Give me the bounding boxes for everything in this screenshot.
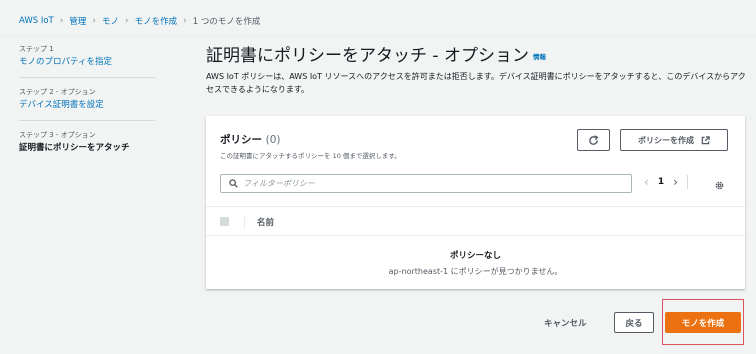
chevron-right-icon: › bbox=[92, 16, 96, 26]
search-icon bbox=[229, 179, 238, 188]
breadcrumb: AWS IoT › 管理 › モノ › モノを作成 › 1 つのモノを作成 bbox=[19, 15, 260, 27]
external-link-icon bbox=[701, 135, 710, 144]
breadcrumb-create-things[interactable]: モノを作成 bbox=[135, 15, 178, 27]
step-link-thing-properties[interactable]: モノのプロパティを指定 bbox=[19, 57, 155, 68]
wizard-step-3: ステップ 3 - オプション 証明書にポリシーをアタッチ bbox=[19, 130, 155, 163]
create-policy-label: ポリシーを作成 bbox=[638, 135, 694, 145]
settings-gear-icon[interactable] bbox=[714, 176, 725, 195]
wizard-step-1: ステップ 1 モノのプロパティを指定 bbox=[19, 44, 155, 78]
column-header-name[interactable]: 名前 bbox=[257, 216, 274, 228]
column-divider bbox=[244, 215, 245, 229]
policies-title: ポリシー bbox=[220, 134, 262, 146]
create-policy-button[interactable]: ポリシーを作成 bbox=[620, 129, 728, 151]
page-title-text: 証明書にポリシーをアタッチ - オプション bbox=[206, 46, 529, 66]
policies-count: (0) bbox=[265, 134, 281, 146]
wizard-step-2: ステップ 2 - オプション デバイス証明書を設定 bbox=[19, 87, 155, 121]
pagination-prev-icon[interactable]: ‹ bbox=[644, 175, 649, 189]
page-description: AWS IoT ポリシーは、AWS IoT リソースへのアクセスを許可または拒否… bbox=[206, 72, 746, 94]
refresh-icon bbox=[589, 134, 599, 145]
step-link-device-certificate[interactable]: デバイス証明書を設定 bbox=[19, 100, 155, 111]
refresh-button[interactable] bbox=[577, 129, 610, 151]
back-button[interactable]: 戻る bbox=[614, 312, 654, 333]
pagination-current-page[interactable]: 1 bbox=[658, 177, 664, 187]
step-label: ステップ 3 - オプション bbox=[19, 131, 96, 139]
create-thing-button[interactable]: モノを作成 bbox=[665, 312, 741, 333]
policies-panel-title: ポリシー (0) bbox=[220, 132, 281, 147]
policies-description: この証明書にアタッチするポリシーを 10 個まで選択します。 bbox=[220, 152, 401, 160]
cancel-button[interactable]: キャンセル bbox=[544, 317, 587, 329]
step-current-attach-policies: 証明書にポリシーをアタッチ bbox=[19, 143, 130, 153]
pagination: ‹ 1 › bbox=[644, 175, 688, 189]
empty-state-title: ポリシーなし bbox=[449, 251, 501, 261]
policies-panel: ポリシー (0) この証明書にアタッチするポリシーを 10 個まで選択します。 … bbox=[206, 116, 745, 289]
empty-state-description: ap-northeast-1 にポリシーが見つかりません。 bbox=[388, 267, 563, 276]
pagination-divider bbox=[686, 175, 688, 189]
breadcrumb-aws-iot[interactable]: AWS IoT bbox=[19, 16, 54, 26]
select-all-checkbox[interactable] bbox=[220, 217, 229, 226]
chevron-right-icon: › bbox=[183, 16, 187, 26]
page-title: 証明書にポリシーをアタッチ - オプション 情報 bbox=[206, 41, 546, 66]
policy-filter-input[interactable] bbox=[243, 179, 623, 188]
chevron-right-icon: › bbox=[125, 16, 129, 26]
header-divider bbox=[0, 35, 756, 36]
info-link[interactable]: 情報 bbox=[533, 53, 546, 61]
policies-table-header: 名前 bbox=[206, 206, 745, 236]
step-label: ステップ 1 bbox=[19, 45, 54, 53]
pagination-next-icon[interactable]: › bbox=[673, 175, 678, 189]
breadcrumb-manage[interactable]: 管理 bbox=[69, 15, 86, 27]
breadcrumb-current: 1 つのモノを作成 bbox=[192, 17, 261, 27]
breadcrumb-things[interactable]: モノ bbox=[102, 15, 119, 27]
policy-filter bbox=[220, 174, 632, 193]
chevron-right-icon: › bbox=[59, 16, 64, 26]
wizard-steps: ステップ 1 モノのプロパティを指定 ステップ 2 - オプション デバイス証明… bbox=[19, 44, 155, 172]
step-label: ステップ 2 - オプション bbox=[19, 88, 96, 96]
